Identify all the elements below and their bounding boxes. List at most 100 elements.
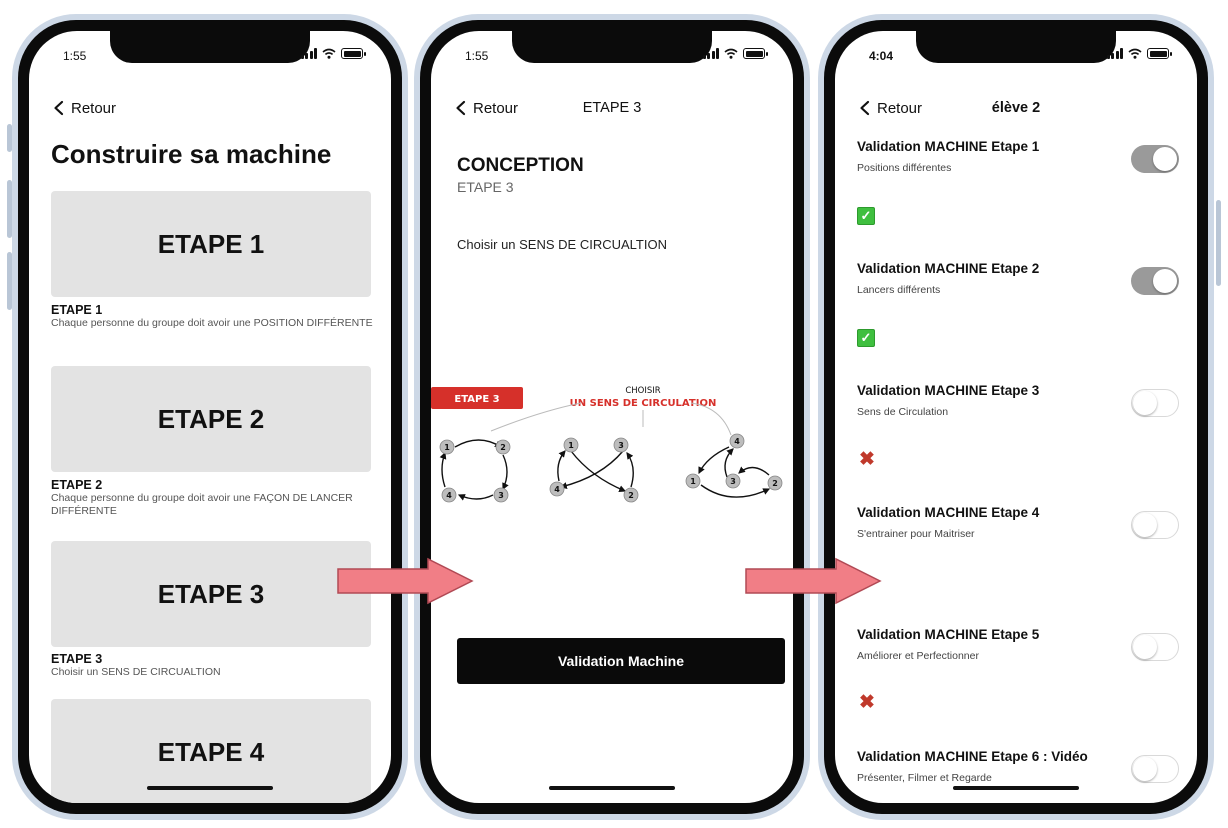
phone-2: 1:55 Retour ETAPE 3 CONCEPTION ETAPE 3 C… xyxy=(414,14,810,820)
nav-bar: Retour xyxy=(51,97,369,119)
step-card-2[interactable]: ETAPE 2 xyxy=(51,366,371,472)
wifi-icon xyxy=(724,48,738,59)
phone-3-bezel: 4:04 Retour élève 2 Validation MACHINE E… xyxy=(824,20,1208,814)
validation-row-5: Validation MACHINE Etape 5 Améliorer et … xyxy=(857,627,1179,671)
phone3-power-button xyxy=(1216,200,1221,286)
node-label: 1 xyxy=(444,443,450,452)
validation-title: Validation MACHINE Etape 6 : Vidéo xyxy=(857,749,1088,764)
node-label: 3 xyxy=(498,491,504,500)
screen-build-machine: 1:55 Retour Construire sa machine ETAPE … xyxy=(29,31,391,803)
phone-1: 1:55 Retour Construire sa machine ETAPE … xyxy=(12,14,408,820)
home-indicator xyxy=(953,786,1079,790)
battery-icon xyxy=(743,48,768,59)
node-label: 2 xyxy=(772,479,778,488)
back-button[interactable]: Retour xyxy=(453,100,518,117)
step-card-1[interactable]: ETAPE 1 xyxy=(51,191,371,297)
conception-heading: CONCEPTION xyxy=(457,155,584,176)
validation-toggle-5[interactable] xyxy=(1131,633,1179,661)
validation-title: Validation MACHINE Etape 2 xyxy=(857,261,1040,276)
conception-text: Choisir un SENS DE CIRCUALTION xyxy=(457,237,667,252)
page-title: Construire sa machine xyxy=(51,139,332,169)
status-time: 4:04 xyxy=(869,49,894,63)
step-card-3[interactable]: ETAPE 3 xyxy=(51,541,371,647)
nav-bar: Retour élève 2 xyxy=(857,97,1175,119)
validation-subtitle: Sens de Circulation xyxy=(857,406,949,418)
home-indicator xyxy=(549,786,675,790)
status-time: 1:55 xyxy=(63,49,87,63)
circulation-diagram: ETAPE 3 CHOISIR UN SENS DE CIRCULATION 1 xyxy=(431,386,783,503)
stage: 1:55 Retour Construire sa machine ETAPE … xyxy=(0,0,1228,828)
back-label: Retour xyxy=(877,99,923,117)
validation-subtitle: Présenter, Filmer et Regarde xyxy=(857,772,992,784)
node-label: 4 xyxy=(734,437,740,446)
validation-machine-button[interactable]: Validation Machine xyxy=(457,638,785,684)
nav-bar: Retour ETAPE 3 xyxy=(453,97,771,119)
back-label: Retour xyxy=(473,99,519,117)
validation-subtitle: Positions différentes xyxy=(857,162,952,174)
step-desc-3: Choisir un SENS DE CIRCUALTION xyxy=(51,666,221,678)
validation-toggle-2[interactable] xyxy=(1131,267,1179,295)
validation-subtitle: Lancers différents xyxy=(857,284,941,296)
step-desc-2: Chaque personne du groupe doit avoir une… xyxy=(51,492,353,517)
wifi-icon xyxy=(322,48,336,59)
status-time: 1:55 xyxy=(465,49,489,63)
node-label: 2 xyxy=(628,491,634,500)
step-label-3: ETAPE 3 xyxy=(51,652,103,666)
status-icons xyxy=(702,48,768,59)
validation-toggle-3[interactable] xyxy=(1131,389,1179,417)
cross-icon: ✖ xyxy=(859,692,875,713)
chevron-left-icon xyxy=(456,100,466,116)
phone-3: 4:04 Retour élève 2 Validation MACHINE E… xyxy=(818,14,1214,820)
home-indicator xyxy=(147,786,273,790)
node-label: 1 xyxy=(690,477,696,486)
node-label: 4 xyxy=(446,491,452,500)
validation-row-1: Validation MACHINE Etape 1 Positions dif… xyxy=(857,139,1179,183)
signal-icon xyxy=(1106,48,1123,59)
node-label: 2 xyxy=(500,443,506,452)
validation-title: Validation MACHINE Etape 5 xyxy=(857,627,1040,642)
etape-badge-label: ETAPE 3 xyxy=(454,394,499,405)
step-label-2: ETAPE 2 xyxy=(51,478,103,492)
notch xyxy=(512,31,712,63)
screen-conception: 1:55 Retour ETAPE 3 CONCEPTION ETAPE 3 C… xyxy=(431,31,793,803)
cross-icon: ✖ xyxy=(859,449,875,470)
node-label: 3 xyxy=(618,441,624,450)
phone-1-bezel: 1:55 Retour Construire sa machine ETAPE … xyxy=(18,20,402,814)
validation-row-4: Validation MACHINE Etape 4 S'entrainer p… xyxy=(857,505,1179,549)
validation-row-3: Validation MACHINE Etape 3 Sens de Circu… xyxy=(857,383,1179,427)
chevron-left-icon xyxy=(54,100,64,116)
notch xyxy=(916,31,1116,63)
validation-title: Validation MACHINE Etape 4 xyxy=(857,505,1040,520)
node-label: 1 xyxy=(568,441,574,450)
battery-icon xyxy=(341,48,366,59)
arrow-right-icon xyxy=(745,557,882,605)
node-label: 3 xyxy=(730,477,736,486)
wifi-icon xyxy=(1128,48,1142,59)
validation-subtitle: S'entrainer pour Maitriser xyxy=(857,528,975,540)
validation-subtitle: Améliorer et Perfectionner xyxy=(857,650,979,662)
check-icon: ✓ xyxy=(857,207,875,225)
validation-toggle-4[interactable] xyxy=(1131,511,1179,539)
choose-label: CHOISIR xyxy=(625,386,660,396)
validation-title: Validation MACHINE Etape 3 xyxy=(857,383,1040,398)
screen-validation-list: 4:04 Retour élève 2 Validation MACHINE E… xyxy=(835,31,1197,803)
back-button[interactable]: Retour xyxy=(51,100,116,117)
back-button[interactable]: Retour xyxy=(857,100,922,117)
status-icons xyxy=(300,48,366,59)
validation-toggle-6[interactable] xyxy=(1131,755,1179,783)
node-label: 4 xyxy=(554,485,560,494)
validation-row-2: Validation MACHINE Etape 2 Lancers diffé… xyxy=(857,261,1179,305)
chevron-left-icon xyxy=(860,100,870,116)
phone-2-bezel: 1:55 Retour ETAPE 3 CONCEPTION ETAPE 3 C… xyxy=(420,20,804,814)
check-icon: ✓ xyxy=(857,329,875,347)
battery-icon xyxy=(1147,48,1172,59)
conception-subheading: ETAPE 3 xyxy=(457,179,514,195)
validation-title: Validation MACHINE Etape 1 xyxy=(857,139,1040,154)
step-desc-1: Chaque personne du groupe doit avoir une… xyxy=(51,317,373,329)
status-icons xyxy=(1106,48,1172,59)
signal-icon xyxy=(702,48,719,59)
back-label: Retour xyxy=(71,99,117,117)
signal-icon xyxy=(300,48,317,59)
validation-toggle-1[interactable] xyxy=(1131,145,1179,173)
arrow-right-icon xyxy=(337,557,474,605)
